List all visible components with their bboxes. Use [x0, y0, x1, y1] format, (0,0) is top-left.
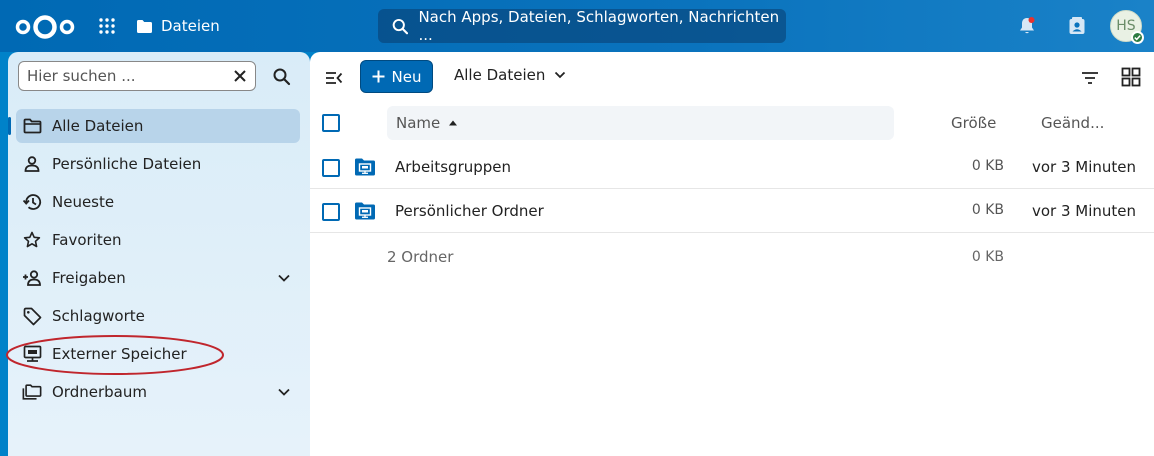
row-checkbox[interactable]: [322, 159, 340, 177]
sidebar-item-label: Favoriten: [52, 231, 122, 249]
app-name: Dateien: [161, 17, 220, 35]
history-icon: [22, 192, 42, 212]
file-list-header: Name Größe Geänd...: [310, 106, 1154, 144]
navigation-sidebar: Hier suchen ... Alle Dateien Persönliche…: [6, 52, 310, 456]
column-name-label: Name: [396, 114, 441, 132]
app-menu-icon[interactable]: [98, 17, 116, 35]
sidebar-item-label: Persönliche Dateien: [52, 155, 202, 173]
toggle-navigation-icon[interactable]: [324, 68, 344, 88]
contacts-icon: [1069, 17, 1085, 34]
sidebar-item-label: Alle Dateien: [52, 117, 144, 135]
sidebar-item-favorites[interactable]: Favoriten: [16, 223, 300, 257]
sidebar-item-label: Freigaben: [52, 269, 126, 287]
sidebar-item-tags[interactable]: Schlagworte: [16, 299, 300, 333]
plus-icon: [372, 70, 385, 83]
folder-icon: [137, 19, 152, 33]
online-status-icon: [1131, 31, 1144, 44]
user-avatar[interactable]: HS: [1110, 10, 1144, 44]
sidebar-item-recent[interactable]: Neueste: [16, 185, 300, 219]
search-icon: [392, 18, 409, 34]
select-all-checkbox[interactable]: [322, 114, 340, 132]
sidebar-item-label: Externer Speicher: [52, 345, 187, 363]
share-icon: [22, 268, 42, 288]
close-icon: [234, 70, 246, 82]
sidebar-item-shares[interactable]: Freigaben: [16, 261, 300, 295]
file-name[interactable]: Persönlicher Ordner: [395, 202, 544, 220]
sort-by-name-button[interactable]: Name: [387, 106, 894, 140]
file-modified: vor 3 Minuten: [1032, 158, 1137, 176]
sort-by-size-button[interactable]: Größe: [951, 114, 996, 132]
bell-icon: [1020, 17, 1035, 34]
top-header: Dateien Nach Apps, Dateien, Schlagworten…: [0, 0, 1154, 52]
table-row[interactable]: Arbeitsgruppen 0 KB vor 3 Minuten: [310, 145, 1154, 189]
file-size: 0 KB: [971, 202, 1004, 218]
breadcrumb[interactable]: Alle Dateien: [454, 66, 567, 84]
search-icon[interactable]: [272, 67, 292, 87]
sort-ascending-icon: [449, 120, 458, 126]
new-button[interactable]: Neu: [360, 60, 433, 93]
monitor-icon: [22, 344, 42, 364]
grid-view-icon[interactable]: [1121, 67, 1141, 87]
notifications-button[interactable]: [1015, 14, 1039, 38]
unified-search-bar[interactable]: Nach Apps, Dateien, Schlagworten, Nachri…: [378, 8, 786, 44]
folder-icon: [22, 116, 42, 136]
files-main-content: Neu Alle Dateien Name Größe Geänd... Arb…: [310, 52, 1154, 456]
sidebar-item-external-storage[interactable]: Externer Speicher: [16, 337, 300, 371]
sidebar-item-label: Schlagworte: [52, 307, 145, 325]
filter-placeholder: Hier suchen ...: [27, 67, 136, 85]
tag-icon: [22, 306, 42, 326]
folder-multiple-icon: [22, 382, 42, 402]
current-app-files[interactable]: Dateien: [136, 0, 220, 52]
external-folder-icon: [355, 202, 375, 220]
file-size: 0 KB: [971, 158, 1004, 174]
file-modified: vor 3 Minuten: [1032, 202, 1137, 220]
clear-filter-button[interactable]: [231, 67, 249, 85]
file-name[interactable]: Arbeitsgruppen: [395, 158, 511, 176]
filter-icon[interactable]: [1080, 68, 1100, 88]
sort-by-modified-button[interactable]: Geänd...: [1041, 114, 1104, 132]
chevron-down-icon: [555, 71, 566, 79]
sidebar-item-label: Ordnerbaum: [52, 383, 147, 401]
search-placeholder: Nach Apps, Dateien, Schlagworten, Nachri…: [418, 8, 780, 44]
total-size-summary: 0 KB: [971, 249, 1004, 265]
external-folder-icon: [355, 158, 375, 176]
sidebar-item-all-files[interactable]: Alle Dateien: [8, 109, 300, 143]
sidebar-item-folder-tree[interactable]: Ordnerbaum: [16, 375, 300, 409]
contacts-menu-button[interactable]: [1065, 14, 1089, 38]
star-icon: [22, 230, 42, 250]
person-icon: [22, 154, 42, 174]
active-indicator: [8, 117, 11, 135]
row-checkbox[interactable]: [322, 203, 340, 221]
chevron-down-icon[interactable]: [276, 270, 292, 286]
chevron-down-icon[interactable]: [276, 384, 292, 400]
navigation-filter-input[interactable]: Hier suchen ...: [18, 61, 256, 91]
folder-count-summary: 2 Ordner: [387, 248, 454, 266]
table-row[interactable]: Persönlicher Ordner 0 KB vor 3 Minuten: [310, 189, 1154, 233]
breadcrumb-current: Alle Dateien: [454, 66, 546, 84]
nextcloud-logo[interactable]: [14, 13, 76, 41]
new-button-label: Neu: [391, 67, 422, 86]
sidebar-item-label: Neueste: [52, 193, 115, 211]
sidebar-item-personal-files[interactable]: Persönliche Dateien: [16, 147, 300, 181]
